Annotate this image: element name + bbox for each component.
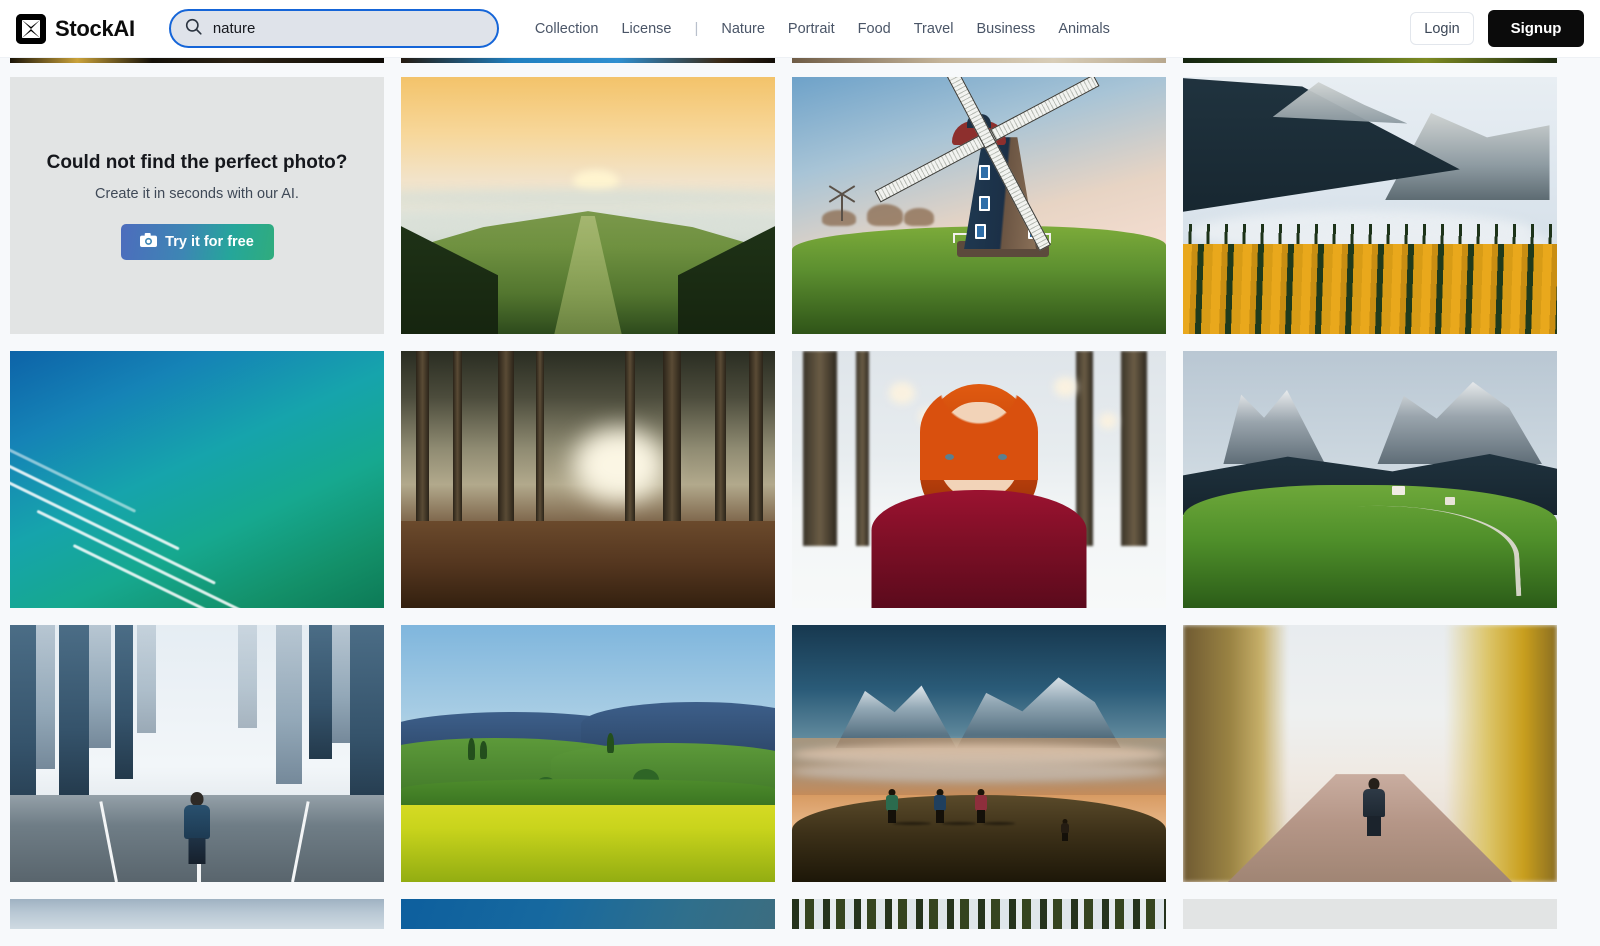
nav-link-animals[interactable]: Animals [1058,21,1110,37]
nav-link-travel[interactable]: Travel [914,21,954,37]
photo-businessman-city-road[interactable] [10,625,384,882]
login-button[interactable]: Login [1410,12,1474,45]
photo-sky-clouds-sliver[interactable] [10,899,384,929]
photo-tuscany-rapeseed[interactable] [401,625,775,882]
nav-link-portrait[interactable]: Portrait [788,21,835,37]
grid-row-sliver-bottom [10,899,1600,929]
search-bar[interactable] [168,9,499,48]
search-icon [185,18,202,40]
promo-title: Could not find the perfect photo? [46,151,348,173]
photo-beach-sand-sliver[interactable] [792,58,1166,63]
nav-link-business[interactable]: Business [976,21,1035,37]
photo-blue-lake-sliver[interactable] [401,58,775,63]
photo-trees-sky-sliver[interactable] [792,899,1166,929]
promo-card-sliver[interactable] [1183,899,1557,929]
photo-windmill-meadow[interactable] [792,77,1166,334]
photo-grid: Could not find the perfect photo? Create… [10,58,1600,946]
try-it-for-free-button[interactable]: Try it for free [120,223,274,260]
photo-turquoise-reef[interactable] [10,351,384,608]
photo-sunrise-valley[interactable] [401,77,775,334]
photo-man-autumn-path[interactable] [1183,625,1557,882]
photo-hikers-mountain-sunrise[interactable] [792,625,1166,882]
brand-logo[interactable]: StockAI [16,13,135,44]
photo-deep-blue-water-sliver[interactable] [401,899,775,929]
photo-green-field-sliver[interactable] [1183,58,1557,63]
photo-autumn-forest-sliver[interactable] [10,58,384,63]
grid-row-1: Could not find the perfect photo? Create… [10,77,1600,334]
grid-row-3 [10,625,1600,882]
promo-card[interactable]: Could not find the perfect photo? Create… [10,77,384,334]
photo-dolomites-meadow[interactable] [1183,351,1557,608]
grid-row-sliver-top [10,58,1600,63]
site-header: StockAI Collection License | Nature Port… [0,0,1600,58]
nav-link-nature[interactable]: Nature [721,21,765,37]
photo-redhead-winter-portrait[interactable] [792,351,1166,608]
nav-link-collection[interactable]: Collection [535,21,599,37]
camera-icon [140,232,158,251]
brand-name: StockAI [55,15,135,41]
photo-sunlit-forest[interactable] [401,351,775,608]
primary-nav: Collection License | Nature Portrait Foo… [535,20,1110,37]
promo-subtitle: Create it in seconds with our AI. [95,185,299,202]
nav-link-license[interactable]: License [621,21,671,37]
try-it-for-free-label: Try it for free [165,233,254,250]
stockai-logo-icon [16,13,46,44]
search-input[interactable] [212,20,483,37]
signup-button[interactable]: Signup [1488,10,1584,47]
grid-row-2 [10,351,1600,608]
nav-separator: | [694,20,699,37]
nav-link-food[interactable]: Food [858,21,891,37]
photo-mountain-aspens[interactable] [1183,77,1557,334]
auth-actions: Login Signup [1410,10,1584,47]
